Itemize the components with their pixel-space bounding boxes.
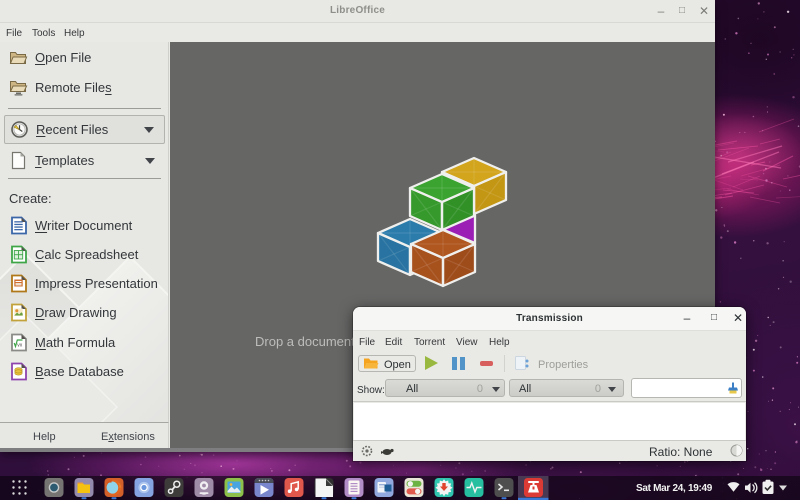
svg-text:vx: vx xyxy=(17,343,23,349)
